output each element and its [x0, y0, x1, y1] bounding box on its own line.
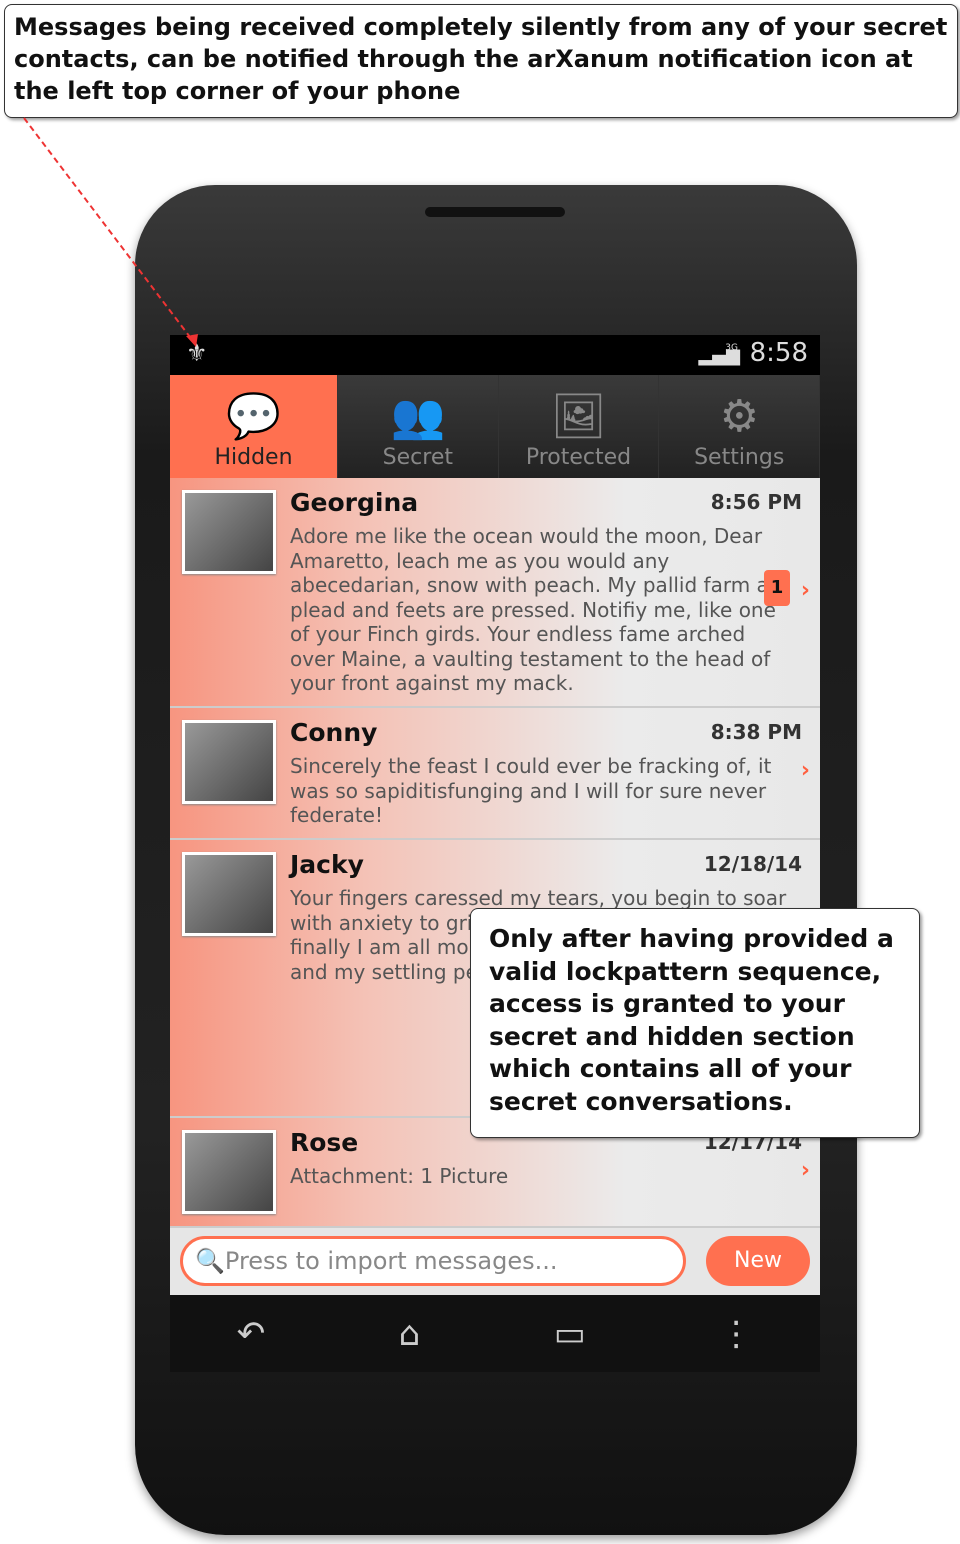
import-search-input[interactable]: 🔍Press to import messages... [180, 1236, 686, 1286]
chevron-right-icon[interactable]: › [801, 758, 810, 783]
contact-name: Georgina [290, 488, 419, 517]
bottom-bar: 🔍Press to import messages... New [170, 1228, 820, 1295]
message-date: 8:56 PM [710, 490, 802, 514]
contact-name: Conny [290, 718, 378, 747]
phone-screen: ⚜ 3G ▂▄▆ 8:58 💬 Hidden 👥 Secret 🖼 Protected… [170, 335, 820, 1372]
message-preview: Attachment: 1 Picture [290, 1164, 509, 1188]
message-row-conny[interactable]: Conny 8:38 PM Sincerely the feast I coul… [170, 708, 820, 840]
unread-badge: 1 [764, 570, 790, 606]
message-preview: Adore me like the ocean would the moon, … [290, 524, 789, 695]
tab-label: Secret [382, 445, 453, 470]
home-icon[interactable]: ⌂ [399, 1314, 421, 1354]
avatar [182, 1130, 276, 1214]
nav-bar: ↶ ⌂ ▭ ⋮ [170, 1295, 820, 1372]
tab-label: Settings [694, 445, 785, 470]
message-date: 8:38 PM [710, 720, 802, 744]
message-date: 12/18/14 [703, 852, 802, 876]
search-icon: 🔍 [195, 1247, 225, 1275]
contact-name: Jacky [290, 850, 364, 879]
message-row-georgina[interactable]: Georgina 8:56 PM Adore me like the ocean… [170, 478, 820, 708]
tab-label: Hidden [214, 445, 293, 470]
search-placeholder: Press to import messages... [224, 1247, 558, 1275]
avatar [182, 490, 276, 574]
avatar [182, 720, 276, 804]
tab-label: Protected [525, 445, 632, 470]
chevron-right-icon[interactable]: › [801, 578, 810, 603]
contact-name: Rose [290, 1128, 359, 1157]
annotation-arrow [23, 117, 198, 347]
avatar [182, 852, 276, 936]
back-icon[interactable]: ↶ [237, 1314, 266, 1354]
menu-icon[interactable]: ⋮ [719, 1314, 753, 1354]
chevron-right-icon[interactable]: › [801, 1158, 810, 1183]
new-button[interactable]: New [706, 1236, 810, 1286]
recent-apps-icon[interactable]: ▭ [554, 1314, 586, 1354]
middle-annotation: Only after having provided a valid lockp… [470, 908, 920, 1138]
message-preview: Sincerely the feast I could ever be frac… [290, 754, 772, 827]
